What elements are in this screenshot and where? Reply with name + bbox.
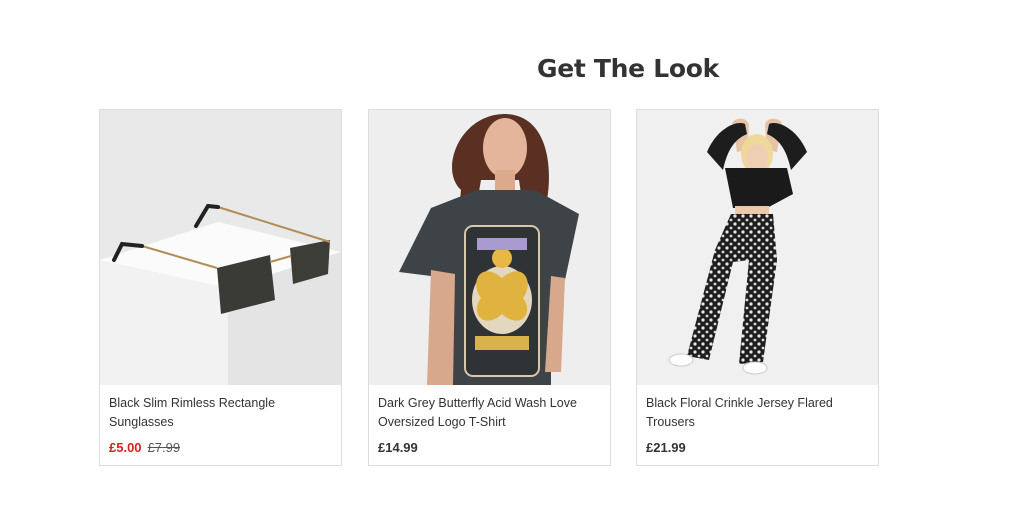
section-title: Get The Look	[537, 54, 719, 83]
trousers-model-image[interactable]	[637, 110, 878, 385]
price: £21.99	[646, 440, 686, 455]
price-row: £14.99	[378, 440, 418, 456]
product-card-tshirt[interactable]: Dark Grey Butterfly Acid Wash Love Overs…	[368, 109, 611, 466]
sale-price: £5.00	[109, 440, 142, 455]
price: £14.99	[378, 440, 418, 455]
tshirt-model-image[interactable]	[369, 110, 610, 385]
price-row: £21.99	[646, 440, 686, 456]
sunglasses-image[interactable]	[100, 110, 341, 385]
product-name[interactable]: Dark Grey Butterfly Acid Wash Love Overs…	[378, 394, 602, 432]
product-card-trousers[interactable]: Black Floral Crinkle Jersey Flared Trous…	[636, 109, 879, 466]
product-card-sunglasses[interactable]: Black Slim Rimless Rectangle Sunglasses …	[99, 109, 342, 466]
was-price: £7.99	[147, 440, 181, 455]
product-name[interactable]: Black Floral Crinkle Jersey Flared Trous…	[646, 394, 870, 432]
price-row: £5.00 £7.99	[109, 440, 180, 456]
product-name[interactable]: Black Slim Rimless Rectangle Sunglasses	[109, 394, 333, 432]
